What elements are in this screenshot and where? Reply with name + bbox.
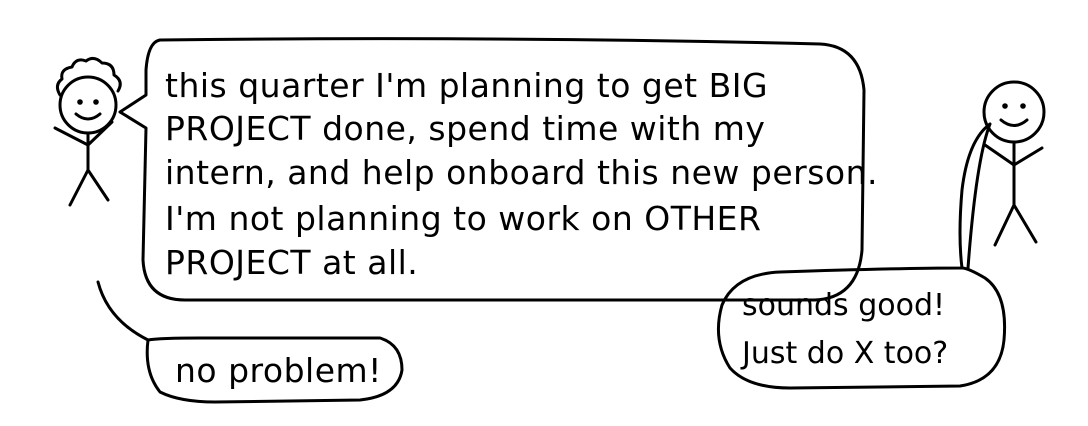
right-figure-eye-left xyxy=(1002,103,1008,109)
right-figure-smile xyxy=(999,118,1029,127)
left-figure-eye-left xyxy=(77,99,83,105)
left-figure-eye-right xyxy=(93,99,99,105)
main-speech-line-4: I'm not planning to work on OTHER xyxy=(165,199,761,238)
main-speech-line-1: this quarter I'm planning to get BIG xyxy=(165,66,768,105)
left-figure-legs xyxy=(68,168,110,207)
right-speech-line-2: Just do X too? xyxy=(740,336,948,371)
main-speech-line-2: PROJECT done, spend time with my xyxy=(165,109,765,148)
left-figure-smile xyxy=(74,112,102,121)
right-stick-figure xyxy=(982,80,1046,247)
right-figure-head xyxy=(982,80,1046,144)
right-figure-legs xyxy=(993,203,1038,247)
comic-panel: this quarter I'm planning to get BIG PRO… xyxy=(53,37,1046,404)
reply-speech-text: no problem! xyxy=(175,351,382,390)
main-speech-line-3: intern, and help onboard this new person… xyxy=(165,153,878,192)
main-speech-line-5: PROJECT at all. xyxy=(165,243,418,282)
left-stick-figure xyxy=(53,56,122,207)
right-figure-eye-right xyxy=(1020,103,1026,109)
right-speech-line-1: sounds good! xyxy=(742,288,945,323)
